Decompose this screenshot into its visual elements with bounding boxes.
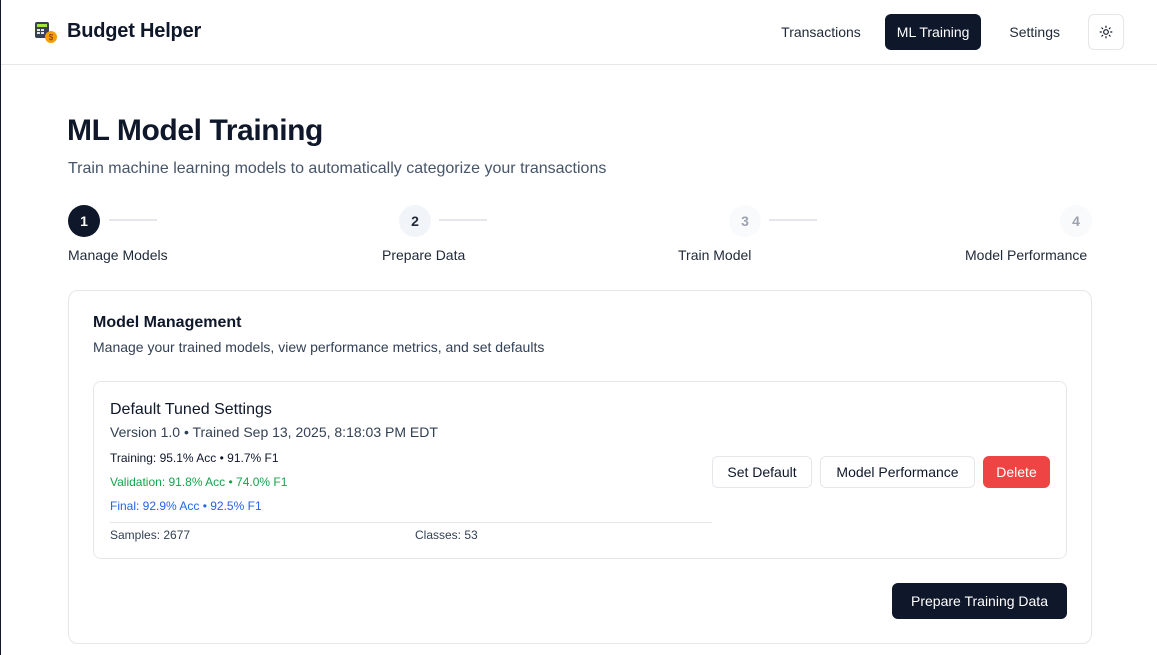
step-3-circle[interactable]: 3 [729,205,761,237]
model-item: Default Tuned Settings Version 1.0 • Tra… [93,381,1067,559]
app-header: $ Budget Helper Transactions ML Training… [1,0,1157,65]
training-metrics: Training: 95.1% Acc • 91.7% F1 [110,451,279,465]
theme-toggle-button[interactable] [1088,14,1124,50]
step-2-circle[interactable]: 2 [399,205,431,237]
budget-logo-icon: $ [35,22,57,43]
model-management-card: Model Management Manage your trained mod… [68,290,1092,644]
prepare-training-data-button[interactable]: Prepare Training Data [892,583,1067,619]
step-connector [769,219,817,221]
model-performance-button[interactable]: Model Performance [820,456,975,488]
page-title: ML Model Training [67,114,323,147]
validation-metrics: Validation: 91.8% Acc • 74.0% F1 [110,475,288,489]
nav-transactions[interactable]: Transactions [769,14,873,50]
step-3-label: Train Model [678,247,752,263]
step-4-circle[interactable]: 4 [1060,205,1092,237]
samples-count: Samples: 2677 [110,528,191,542]
brand[interactable]: $ Budget Helper [33,18,201,44]
delete-button[interactable]: Delete [983,456,1050,488]
step-1-label: Manage Models [68,247,168,263]
sun-icon [1099,25,1113,39]
model-meta: Version 1.0 • Trained Sep 13, 2025, 8:18… [110,424,438,440]
final-metrics: Final: 92.9% Acc • 92.5% F1 [110,499,262,513]
svg-text:$: $ [49,33,54,42]
card-description: Manage your trained models, view perform… [93,339,545,355]
main-nav: Transactions ML Training Settings [765,14,1124,50]
model-name: Default Tuned Settings [110,401,272,418]
page-subtitle: Train machine learning models to automat… [68,160,607,177]
step-connector [109,219,157,221]
step-1-circle[interactable]: 1 [68,205,100,237]
classes-count: Classes: 53 [415,528,478,542]
step-connector [439,219,487,221]
divider [110,522,712,523]
step-4-label: Model Performance [965,247,1088,263]
step-2-label: Prepare Data [382,247,466,263]
nav-ml-training[interactable]: ML Training [884,14,982,50]
card-title: Model Management [93,314,242,331]
nav-settings[interactable]: Settings [997,14,1072,50]
brand-name: Budget Helper [67,19,202,42]
set-default-button[interactable]: Set Default [712,456,812,488]
